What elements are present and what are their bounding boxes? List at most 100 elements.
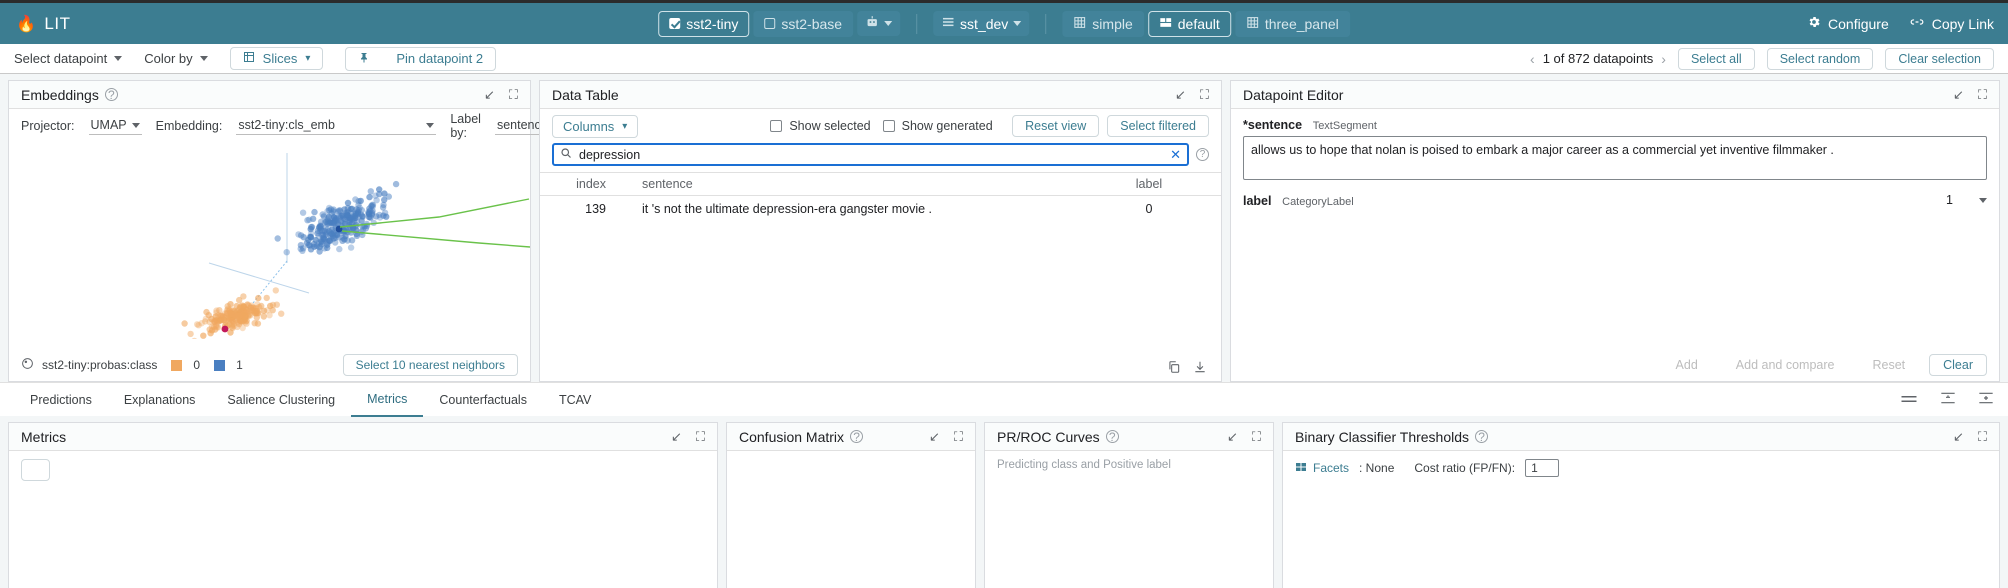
color-by-menu[interactable]: Color by: [144, 51, 207, 66]
slices-button[interactable]: Slices ▾: [230, 47, 324, 70]
model-chip-label: sst2-tiny: [686, 16, 738, 32]
data-table-title: Data Table: [552, 87, 619, 103]
dataset-selector[interactable]: sst_dev: [933, 11, 1029, 36]
data-table-panel: Data Table ↙ ⛶ Columns ▾ Show selected S…: [539, 80, 1222, 382]
tab-metrics[interactable]: Metrics: [351, 383, 423, 417]
add-button[interactable]: Add: [1662, 354, 1712, 376]
minimize-icon[interactable]: ↙: [1953, 87, 1964, 103]
dataset-label: sst_dev: [960, 16, 1008, 32]
expand-icon[interactable]: ⛶: [1252, 429, 1261, 445]
help-icon[interactable]: ?: [850, 430, 863, 443]
layout-chip-default[interactable]: default: [1148, 11, 1231, 37]
tab-explanations[interactable]: Explanations: [108, 383, 212, 417]
minimize-icon[interactable]: ↙: [1953, 429, 1964, 445]
link-icon: [1909, 15, 1925, 32]
app-brand: 🔥 LIT: [0, 14, 70, 34]
layout-chip-simple[interactable]: simple: [1062, 11, 1143, 37]
chevron-left-icon[interactable]: ‹: [1530, 51, 1535, 67]
select-nearest-neighbors-button[interactable]: Select 10 nearest neighbors: [343, 354, 518, 376]
select-datapoint-menu[interactable]: Select datapoint: [14, 51, 122, 66]
checkbox-icon: [669, 18, 680, 29]
embedding-select[interactable]: sst2-tiny:cls_emb: [236, 117, 436, 135]
column-header-index[interactable]: index: [552, 177, 620, 191]
expand-rows-icon[interactable]: [1978, 391, 1994, 408]
tab-tcav[interactable]: TCAV: [543, 383, 607, 417]
checkbox-icon: [883, 120, 895, 132]
model-menu-button[interactable]: [857, 11, 900, 36]
add-and-compare-button[interactable]: Add and compare: [1722, 354, 1849, 376]
gear-icon: [1807, 15, 1821, 32]
hamburger-icon[interactable]: [1900, 392, 1918, 408]
model-chip-sst2-tiny[interactable]: sst2-tiny: [658, 11, 749, 37]
metrics-facets-button[interactable]: [21, 459, 50, 481]
select-all-button[interactable]: Select all: [1678, 48, 1755, 70]
column-header-sentence[interactable]: sentence: [620, 177, 1089, 191]
panel-header-actions: ↙ ⛶: [1953, 87, 1987, 103]
select-filtered-button[interactable]: Select filtered: [1107, 115, 1209, 137]
datapoint-counter: ‹ 1 of 872 datapoints ›: [1530, 51, 1666, 67]
column-header-label[interactable]: label: [1089, 177, 1209, 191]
layout-chip-three-panel[interactable]: three_panel: [1235, 11, 1350, 37]
expand-icon[interactable]: ⛶: [1978, 429, 1987, 445]
label-value-select[interactable]: 1: [1946, 193, 1987, 207]
facets-button[interactable]: Facets: [1295, 461, 1349, 476]
chevron-down-icon: [426, 123, 434, 128]
panel-header-actions: ↙ ⛶: [1175, 87, 1209, 103]
pin-icon: [358, 51, 370, 67]
help-icon[interactable]: ?: [1196, 148, 1209, 161]
reset-button[interactable]: Reset: [1858, 354, 1919, 376]
dataset-icon: [941, 15, 955, 32]
chevron-down-icon: [200, 56, 208, 61]
data-table-search-row: ✕ ?: [540, 143, 1221, 172]
copy-link-button[interactable]: Copy Link: [1909, 15, 1994, 32]
help-icon[interactable]: ?: [1475, 430, 1488, 443]
projector-select[interactable]: UMAP: [89, 117, 142, 135]
legend-value-0: 0: [193, 358, 200, 372]
search-container[interactable]: ✕: [552, 143, 1189, 166]
tab-predictions[interactable]: Predictions: [14, 383, 108, 417]
help-icon[interactable]: ?: [1106, 430, 1119, 443]
tab-salience-clustering[interactable]: Salience Clustering: [211, 383, 351, 417]
search-input[interactable]: [579, 148, 1163, 162]
panel-header-actions: ↙ ⛶: [929, 429, 963, 445]
columns-button[interactable]: Columns ▾: [552, 115, 638, 138]
table-row[interactable]: 139 it 's not the ultimate depression-er…: [540, 196, 1221, 222]
pr-roc-header: PR/ROC Curves ? ↙ ⛶: [985, 423, 1273, 451]
confusion-matrix-header: Confusion Matrix ? ↙ ⛶: [727, 423, 975, 451]
expand-icon[interactable]: ⛶: [509, 87, 518, 103]
select-random-button[interactable]: Select random: [1767, 48, 1874, 70]
pin-datapoint-button[interactable]: Pin datapoint 2: [345, 47, 496, 71]
model-chip-sst2-base[interactable]: sst2-base: [753, 11, 853, 37]
minimize-icon[interactable]: ↙: [484, 87, 495, 103]
help-icon[interactable]: ?: [105, 88, 118, 101]
clear-button[interactable]: Clear: [1929, 354, 1987, 376]
expand-icon[interactable]: ⛶: [1200, 87, 1209, 103]
clear-selection-button[interactable]: Clear selection: [1885, 48, 1994, 70]
clear-icon[interactable]: ✕: [1170, 147, 1181, 163]
show-generated-checkbox[interactable]: Show generated: [883, 119, 993, 133]
configure-button[interactable]: Configure: [1807, 15, 1889, 32]
cost-ratio-label: Cost ratio (FP/FN):: [1414, 461, 1515, 475]
show-selected-checkbox[interactable]: Show selected: [770, 119, 870, 133]
minimize-icon[interactable]: ↙: [1227, 429, 1238, 445]
minimize-icon[interactable]: ↙: [1175, 87, 1186, 103]
chevron-right-icon[interactable]: ›: [1661, 51, 1666, 67]
tab-counterfactuals[interactable]: Counterfactuals: [423, 383, 543, 417]
expand-icon[interactable]: ⛶: [696, 429, 705, 445]
expand-icon[interactable]: ⛶: [1978, 87, 1987, 103]
label-field-label: label: [1243, 194, 1272, 208]
thresholds-header: Binary Classifier Thresholds ? ↙ ⛶: [1283, 423, 1999, 451]
confusion-matrix-panel: Confusion Matrix ? ↙ ⛶: [726, 422, 976, 588]
embeddings-scatter-plot[interactable]: it 's not the ultimate depression-era ga…: [9, 143, 530, 349]
chevron-down-icon: ▾: [622, 121, 627, 132]
minimize-icon[interactable]: ↙: [929, 429, 940, 445]
copy-icon[interactable]: [1167, 360, 1181, 377]
download-icon[interactable]: [1193, 360, 1207, 377]
minimize-icon[interactable]: ↙: [671, 429, 682, 445]
expand-icon[interactable]: ⛶: [954, 429, 963, 445]
panel-header-actions: ↙ ⛶: [1953, 429, 1987, 445]
cost-ratio-input[interactable]: 1: [1525, 459, 1559, 477]
collapse-icon[interactable]: [1940, 391, 1956, 408]
reset-view-button[interactable]: Reset view: [1012, 115, 1099, 137]
sentence-textarea[interactable]: allows us to hope that nolan is poised t…: [1243, 136, 1987, 180]
